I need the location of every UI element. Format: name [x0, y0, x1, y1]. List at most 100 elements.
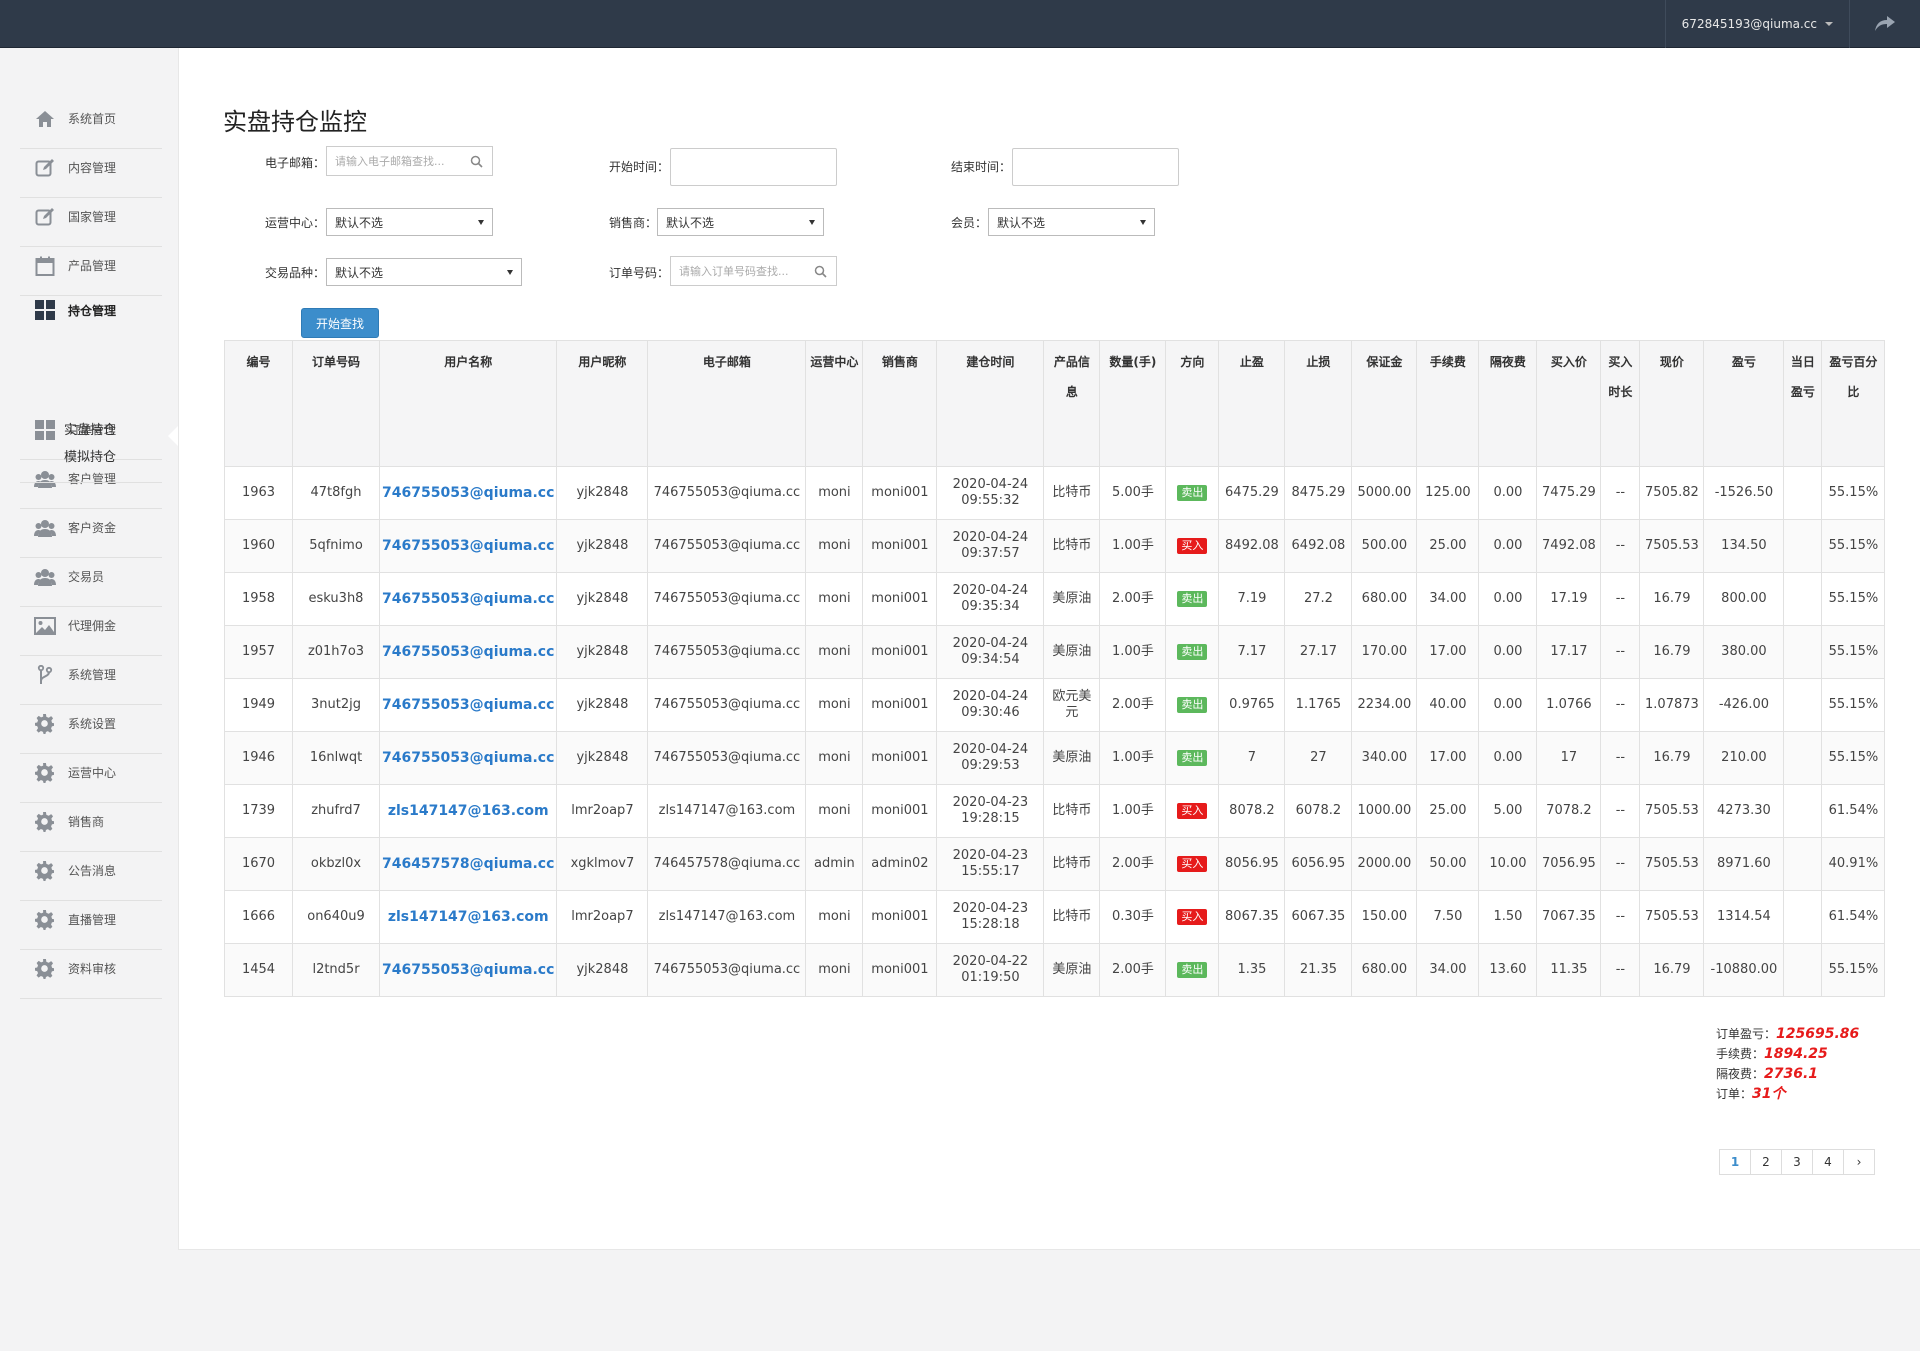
column-header: 盈亏百分比: [1821, 340, 1886, 467]
table-cell: admin02: [862, 837, 938, 891]
table-cell: 6492.08: [1284, 519, 1353, 573]
table-cell: 61.54%: [1821, 784, 1886, 838]
table-cell: 50.00: [1416, 837, 1480, 891]
table-cell: moni001: [862, 519, 938, 573]
table-cell: 13.60: [1478, 943, 1538, 997]
username-link[interactable]: 746755053@qiuma.cc: [378, 625, 558, 679]
sidebar-item-label: 运营中心: [68, 766, 117, 780]
start-search-button[interactable]: 开始查找: [301, 308, 379, 338]
table-cell: moni: [805, 731, 864, 785]
table-cell: [1783, 890, 1823, 944]
table-cell: 16nlwqt: [292, 731, 380, 785]
username-link[interactable]: zls147147@163.com: [378, 890, 558, 944]
table-cell: 5.00手: [1099, 466, 1167, 520]
member-select[interactable]: 默认不选: [988, 208, 1155, 236]
search-icon: [814, 265, 827, 278]
positions-table: 编号 订单号码 用户名称 用户昵称 电子邮箱 运营中心 销售商 建仓时间 产品信息 数量(手) 方向…: [224, 340, 1886, 997]
sidebar-item-label: 销售商: [68, 815, 105, 829]
table-cell: 2.00手: [1099, 678, 1167, 732]
username-link[interactable]: 746755053@qiuma.cc: [378, 466, 558, 520]
table-cell: 7505.53: [1639, 784, 1705, 838]
table-cell: yjk2848: [556, 731, 649, 785]
page-4-button[interactable]: 4: [1812, 1149, 1844, 1175]
table-cell: yjk2848: [556, 943, 649, 997]
table-cell: 11.35: [1536, 943, 1602, 997]
gear-icon: [34, 909, 56, 931]
table-cell: 4273.30: [1703, 784, 1785, 838]
table-cell: 61.54%: [1821, 890, 1886, 944]
sidebar-subitem-demo-positions[interactable]: 模拟持仓: [64, 446, 116, 465]
username-link[interactable]: 746457578@qiuma.cc: [378, 837, 558, 891]
table-cell: [1783, 466, 1823, 520]
table-cell: [1783, 784, 1823, 838]
start-time-input[interactable]: [670, 148, 837, 186]
table-cell: 746755053@qiuma.cc: [647, 572, 807, 626]
table-cell: --: [1600, 890, 1641, 944]
table-cell: -426.00: [1703, 678, 1785, 732]
username-link[interactable]: 746755053@qiuma.cc: [378, 943, 558, 997]
seller-value: 默认不选: [666, 215, 715, 230]
page-title: 实盘持仓监控: [223, 108, 367, 136]
direction-cell: 卖出: [1165, 572, 1220, 626]
table-cell: 7: [1218, 731, 1286, 785]
table-cell: 746755053@qiuma.cc: [647, 943, 807, 997]
table-row: 1454 l2tnd5r 746755053@qiuma.cc yjk2848 7467…: [224, 943, 1886, 997]
table-cell: 2020-04-23 15:55:17: [936, 837, 1045, 891]
logout-button[interactable]: [1849, 0, 1920, 48]
end-time-input[interactable]: [1012, 148, 1179, 186]
sidebar-subitem-real-positions[interactable]: 实盘持仓: [64, 419, 116, 438]
table-cell: moni: [805, 625, 864, 679]
product-type-select[interactable]: 默认不选: [326, 258, 522, 286]
table-cell: yjk2848: [556, 572, 649, 626]
table-cell: 1666: [224, 890, 293, 944]
table-cell: 比特币: [1043, 519, 1101, 573]
table-cell: 1.00手: [1099, 519, 1167, 573]
table-cell: moni001: [862, 678, 938, 732]
table-cell: 8067.35: [1218, 890, 1286, 944]
user-menu-dropdown[interactable]: 672845193@qiuma.cc: [1664, 0, 1849, 48]
end-time-label: 结束时间：: [951, 160, 1012, 174]
username-link[interactable]: 746755053@qiuma.cc: [378, 519, 558, 573]
order-number-input[interactable]: 请输入订单号码查找...: [670, 256, 837, 286]
page-2-button[interactable]: 2: [1750, 1149, 1782, 1175]
username-link[interactable]: 746755053@qiuma.cc: [378, 572, 558, 626]
page-1-button[interactable]: 1: [1719, 1149, 1751, 1175]
table-cell: 2020-04-24 09:34:54: [936, 625, 1045, 679]
table-cell: 17: [1536, 731, 1602, 785]
seller-select[interactable]: 默认不选: [657, 208, 824, 236]
edit-icon: [34, 157, 56, 179]
table-cell: 1958: [224, 572, 293, 626]
next-page-button[interactable]: ›: [1843, 1149, 1875, 1175]
column-header: 当日盈亏: [1783, 340, 1823, 467]
sidebar-item-5[interactable]: 持仓管理: [20, 285, 162, 335]
table-cell: 比特币: [1043, 784, 1101, 838]
table-cell: 美原油: [1043, 625, 1101, 679]
page-3-button[interactable]: 3: [1781, 1149, 1813, 1175]
table-row: 1958 esku3h8 746755053@qiuma.cc yjk2848 7467…: [224, 572, 1886, 626]
username-link[interactable]: 746755053@qiuma.cc: [378, 731, 558, 785]
table-cell: on640u9: [292, 890, 380, 944]
table-cell: 7492.08: [1536, 519, 1602, 573]
table-cell: 380.00: [1703, 625, 1785, 679]
table-cell: 7056.95: [1536, 837, 1602, 891]
user-email: 672845193@qiuma.cc: [1681, 17, 1817, 31]
username-link[interactable]: 746755053@qiuma.cc: [378, 678, 558, 732]
table-cell: moni001: [862, 625, 938, 679]
member-value: 默认不选: [997, 215, 1046, 230]
table-cell: 1739: [224, 784, 293, 838]
operation-center-select[interactable]: 默认不选: [326, 208, 493, 236]
operation-center-label: 运营中心：: [265, 216, 326, 230]
sidebar-item-17[interactable]: 资料审核: [20, 939, 162, 999]
email-search-input[interactable]: 请输入电子邮箱查找...: [326, 146, 493, 176]
table-cell: 7475.29: [1536, 466, 1602, 520]
column-header: 订单号码: [292, 340, 380, 467]
table-cell: --: [1600, 572, 1641, 626]
direction-badge: 卖出: [1177, 750, 1208, 766]
gear-icon: [34, 762, 56, 784]
direction-badge: 买入: [1177, 856, 1208, 872]
username-link[interactable]: zls147147@163.com: [378, 784, 558, 838]
direction-cell: 卖出: [1165, 625, 1220, 679]
table-cell: [1783, 519, 1823, 573]
table-cell: --: [1600, 731, 1641, 785]
table-cell: 170.00: [1351, 625, 1418, 679]
